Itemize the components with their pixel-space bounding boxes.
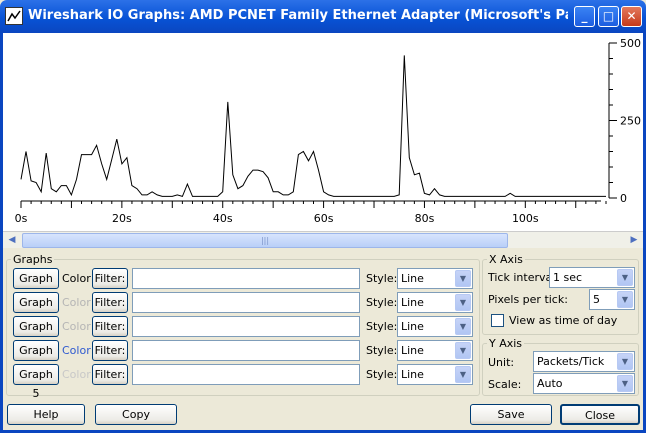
chevron-down-icon[interactable]: ▼ [617,291,633,308]
chevron-down-icon[interactable]: ▼ [455,366,471,383]
scroll-thumb[interactable]: ||| [22,233,508,248]
graph-style-value: Line [401,320,424,333]
graph-color-label[interactable]: Color [62,368,91,382]
graph-color-label[interactable]: Color [62,272,91,286]
close-button[interactable]: Close [560,404,640,425]
pixels-per-tick-label: Pixels per tick: [488,293,568,306]
tick-interval-value: 1 sec [553,271,583,284]
x-tick-label: 40s [213,212,233,225]
scale-select[interactable]: Auto ▼ [533,373,635,394]
series-line [20,55,606,198]
x-tick-label: 100s [512,212,539,225]
graph-filter-input[interactable] [132,316,360,337]
view-time-of-day-label[interactable]: View as time of day [509,314,617,328]
graph-style-value: Line [401,272,424,285]
graph-filter-input[interactable] [132,364,360,385]
graph-toggle-button[interactable]: Graph 2 [13,292,59,328]
chevron-down-icon[interactable]: ▼ [455,294,471,311]
graph-filter-input[interactable] [132,340,360,361]
chevron-down-icon[interactable]: ▼ [455,318,471,335]
graph-style-select[interactable]: Line ▼ [397,268,473,289]
unit-label: Unit: [488,356,515,369]
graph-style-select[interactable]: Line ▼ [397,364,473,385]
minimize-button[interactable]: _ [574,6,595,27]
graph-color-label[interactable]: Color [62,344,91,358]
chevron-down-icon[interactable]: ▼ [455,342,471,359]
graph-filter-button[interactable]: Filter: [92,340,128,361]
graphs-legend: Graphs [13,253,53,266]
tick-interval-select[interactable]: 1 sec ▼ [549,267,635,288]
scroll-left-icon[interactable]: ◀ [4,233,20,248]
window-title: Wireshark IO Graphs: AMD PCNET Family Et… [28,8,568,23]
io-graph-chart: 0s 20s 40s 60s 80s 100s 500 250 0 [15,37,641,225]
graph-toggle-button[interactable]: Graph 3 [13,316,59,352]
help-button[interactable]: Help [7,404,85,425]
unit-select[interactable]: Packets/Tick ▼ [533,351,635,372]
graph-style-label: Style: [366,296,398,309]
y-axis-legend: Y Axis [489,337,523,350]
graph-style-label: Style: [366,368,398,381]
io-graph-plot[interactable]: 0s 20s 40s 60s 80s 100s 500 250 0 [3,33,643,231]
graph-filter-button[interactable]: Filter: [92,268,128,289]
y-tick-label: 0 [620,192,627,205]
scale-value: Auto [537,377,563,390]
graph-style-select[interactable]: Line ▼ [397,292,473,313]
pixels-per-tick-select[interactable]: 5 ▼ [589,289,635,310]
graph-filter-input[interactable] [132,268,360,289]
x-tick-label: 20s [112,212,132,225]
graph-toggle-button[interactable]: Graph 1 [13,268,59,304]
chevron-down-icon[interactable]: ▼ [617,269,633,286]
graph-filter-button[interactable]: Filter: [92,292,128,313]
graph-style-label: Style: [366,320,398,333]
y-tick-label: 250 [620,115,641,128]
title-bar: Wireshark IO Graphs: AMD PCNET Family Et… [0,0,646,33]
graph-filter-input[interactable] [132,292,360,313]
copy-button[interactable]: Copy [95,404,177,425]
graph-toggle-button[interactable]: Graph 4 [13,340,59,376]
graph-style-select[interactable]: Line ▼ [397,316,473,337]
graph-style-label: Style: [366,272,398,285]
x-tick-label: 60s [314,212,334,225]
save-button[interactable]: Save [470,404,552,425]
scroll-right-icon[interactable]: ▶ [626,233,642,248]
view-time-of-day-checkbox[interactable] [491,314,504,327]
scale-label: Scale: [488,378,522,391]
chevron-down-icon[interactable]: ▼ [617,353,633,370]
graph-style-value: Line [401,368,424,381]
chevron-down-icon[interactable]: ▼ [455,270,471,287]
app-icon-graphic [7,10,21,22]
x-axis-legend: X Axis [489,253,523,266]
x-tick-label: 0s [15,212,28,225]
graph-style-value: Line [401,296,424,309]
app-icon [5,7,23,25]
horizontal-scrollbar[interactable]: ◀ ||| ▶ [3,231,643,248]
graph-toggle-button[interactable]: Graph 5 [13,364,59,400]
pixels-per-tick-value: 5 [593,293,600,306]
close-window-button[interactable]: ✕ [621,6,642,27]
x-tick-label: 80s [415,212,435,225]
graph-color-label[interactable]: Color [62,320,91,334]
graph-filter-button[interactable]: Filter: [92,316,128,337]
graph-filter-button[interactable]: Filter: [92,364,128,385]
graph-style-label: Style: [366,344,398,357]
graph-style-select[interactable]: Line ▼ [397,340,473,361]
maximize-button[interactable]: □ [598,6,619,27]
y-tick-label: 500 [620,37,641,50]
unit-value: Packets/Tick [537,355,605,368]
graph-style-value: Line [401,344,424,357]
chevron-down-icon[interactable]: ▼ [617,375,633,392]
graph-color-label[interactable]: Color [62,296,91,310]
